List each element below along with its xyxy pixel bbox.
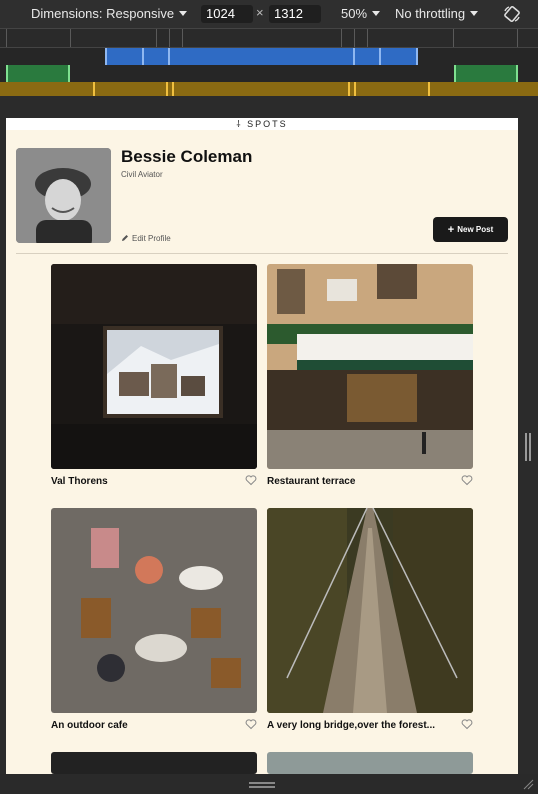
resize-corner-icon[interactable] — [522, 778, 534, 790]
heart-icon[interactable] — [245, 718, 257, 730]
dimension-separator: × — [256, 5, 264, 20]
card-photo — [51, 264, 257, 469]
profile-name: Bessie Coleman — [121, 147, 253, 166]
rotate-icon[interactable] — [503, 5, 521, 23]
site-logo[interactable]: ⸸ SPOTS — [6, 118, 518, 130]
throttle-dropdown[interactable]: No throttling — [395, 6, 479, 21]
card-photo — [267, 264, 473, 469]
dimensions-dropdown[interactable]: Dimensions: Responsive — [31, 6, 188, 21]
card-image[interactable] — [267, 508, 473, 713]
ruler-tick — [156, 29, 157, 47]
ruler-tick — [367, 29, 368, 47]
new-post-label: New Post — [457, 225, 494, 234]
media-query-range[interactable] — [105, 48, 418, 65]
resize-handle-side[interactable] — [525, 433, 531, 461]
ruler-tick — [6, 29, 7, 47]
profile-title: Civil Aviator — [121, 170, 163, 179]
media-query-marker — [68, 65, 70, 82]
logo-text: SPOTS — [247, 119, 288, 129]
edit-profile-label: Edit Profile — [132, 234, 171, 243]
card-image[interactable] — [267, 752, 473, 774]
card-caption: Val Thorens — [51, 476, 108, 487]
media-query-range[interactable] — [6, 65, 70, 82]
media-query-marker — [428, 82, 430, 96]
card-image[interactable] — [51, 752, 257, 774]
card-photo — [51, 508, 257, 713]
media-query-marker — [168, 48, 170, 65]
media-query-marker — [172, 82, 174, 96]
media-query-marker — [348, 82, 350, 96]
device-toolbar: Dimensions: Responsive 1024 × 1312 50% N… — [0, 0, 538, 28]
pencil-icon — [122, 235, 128, 241]
media-query-marker — [516, 65, 518, 82]
avatar-photo — [16, 148, 111, 243]
grip-line — [249, 786, 275, 788]
height-input[interactable]: 1312 — [269, 5, 321, 23]
media-query-bar-min-width[interactable] — [0, 82, 538, 96]
ruler-tick — [453, 29, 454, 47]
chevron-down-icon — [179, 11, 188, 16]
ruler-tick — [517, 29, 518, 47]
card-image[interactable] — [51, 508, 257, 713]
card-image[interactable] — [267, 264, 473, 469]
card-image[interactable] — [51, 264, 257, 469]
media-query-marker — [379, 48, 381, 65]
site-header: ⸸ SPOTS — [6, 118, 518, 130]
edit-profile-link[interactable]: Edit Profile — [121, 234, 171, 243]
media-query-bar-min-max — [0, 65, 538, 82]
chevron-down-icon — [470, 11, 479, 16]
media-query-marker — [454, 65, 456, 82]
heart-icon[interactable] — [461, 474, 473, 486]
heart-icon[interactable] — [461, 718, 473, 730]
card-caption: An outdoor cafe — [51, 720, 128, 731]
ruler-tick — [182, 29, 183, 47]
ruler-tick — [70, 29, 71, 47]
divider — [16, 253, 508, 254]
grip-line — [249, 782, 275, 784]
logo-mark-icon: ⸸ — [236, 119, 248, 129]
media-query-marker — [6, 65, 8, 82]
width-input[interactable]: 1024 — [201, 5, 253, 23]
throttle-label: No throttling — [395, 6, 466, 21]
heart-icon[interactable] — [245, 474, 257, 486]
breakpoint-ruler — [0, 28, 538, 48]
media-query-bar-max-width — [0, 48, 538, 65]
media-query-marker — [166, 82, 168, 96]
ruler-tick — [341, 29, 342, 47]
zoom-label: 50% — [341, 6, 368, 21]
plus-icon: + — [447, 224, 458, 236]
media-query-marker — [105, 48, 107, 65]
dimensions-label: Dimensions: Responsive — [31, 6, 175, 21]
media-query-marker — [416, 48, 418, 65]
media-query-marker — [93, 82, 95, 96]
emulated-viewport: ⸸ SPOTS Bessie Coleman Civil Aviator Edi… — [6, 118, 518, 774]
media-query-marker — [142, 48, 144, 65]
new-post-button[interactable]: + New Post — [433, 217, 508, 242]
zoom-dropdown[interactable]: 50% — [341, 6, 381, 21]
media-query-marker — [353, 48, 355, 65]
card-caption: Restaurant terrace — [267, 476, 356, 487]
chevron-down-icon — [372, 11, 381, 16]
media-query-marker — [354, 82, 356, 96]
resize-handle-bottom[interactable] — [0, 774, 538, 794]
card-caption: A very long bridge,over the forest... — [267, 720, 435, 731]
avatar — [16, 148, 111, 243]
ruler-tick — [169, 29, 170, 47]
ruler-tick — [354, 29, 355, 47]
card-photo — [267, 508, 473, 713]
media-query-range[interactable] — [454, 65, 518, 82]
